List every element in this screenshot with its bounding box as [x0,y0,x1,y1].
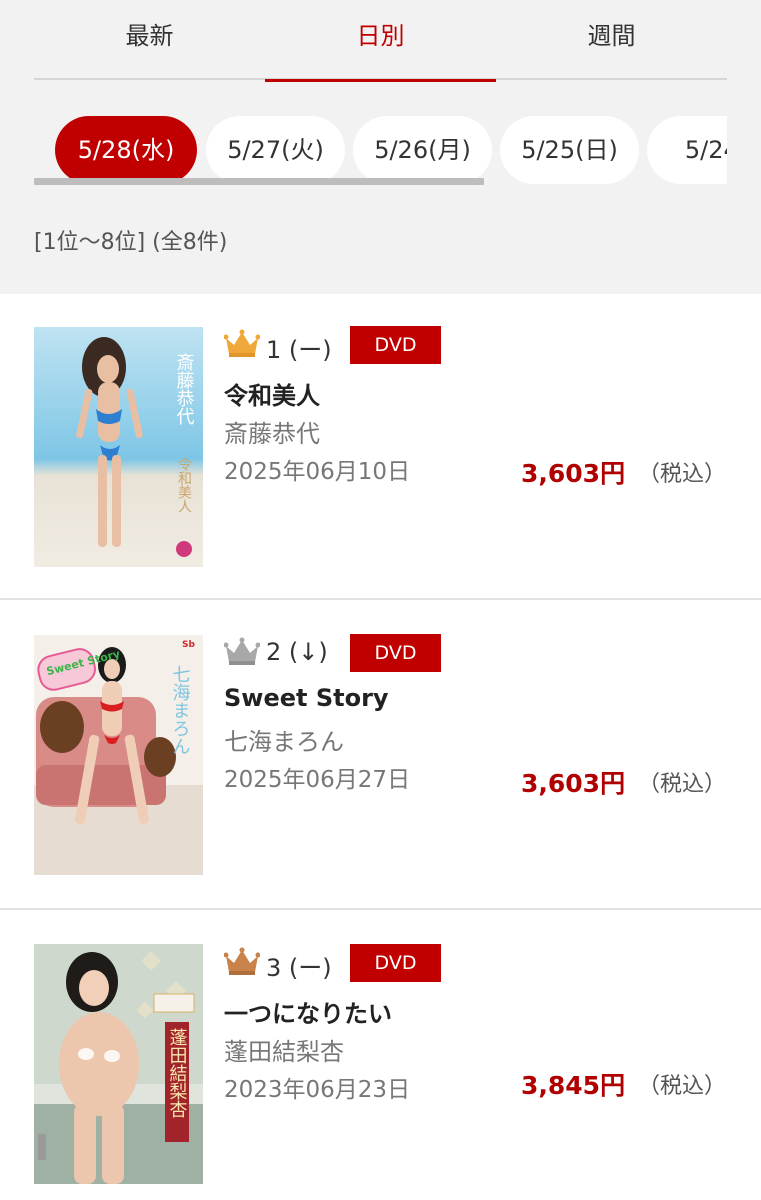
date-pill-0527[interactable]: 5/27(火) [206,116,345,184]
product-price: 3,845円 [521,1071,626,1100]
silver-crown-icon [224,637,260,665]
list-item[interactable]: 斎藤恭代 令和美人 1 (ー) DVD 令和美人 斎藤恭代 2025年06月10… [0,294,761,600]
ranking-list: 斎藤恭代 令和美人 1 (ー) DVD 令和美人 斎藤恭代 2025年06月10… [0,294,761,1200]
release-date: 2025年06月27日 [224,767,411,793]
date-pill-0528[interactable]: 5/28(水) [55,116,197,184]
product-title[interactable]: Sweet Story [224,684,389,712]
release-date: 2025年06月10日 [224,459,411,485]
date-pill-0526[interactable]: 5/26(月) [353,116,492,184]
rank-text: 1 (ー) [266,336,332,364]
product-cover-image[interactable]: Sweet Story 七海まろん Sb [34,635,203,875]
date-pill-0524[interactable]: 5/24( [647,116,727,184]
product-cover-image[interactable]: 斎藤恭代 令和美人 [34,327,203,567]
tab-daily[interactable]: 日別 [265,0,496,82]
tax-label: （税込） [638,1074,727,1099]
product-price: 3,603円 [521,459,626,488]
date-scrollbar[interactable] [34,178,484,185]
rank-text: 3 (ー) [266,954,332,982]
product-title[interactable]: 令和美人 [224,376,320,411]
tax-label: （税込） [638,462,727,487]
cover-vertical-subtitle: 令和美人 [176,457,192,513]
tab-latest[interactable]: 最新 [34,0,265,80]
cover-vertical-title: 斎藤恭代 [174,353,195,425]
period-tabs: 最新 日別 週間 [34,0,727,82]
format-badge: DVD [350,634,441,672]
list-item[interactable]: Sweet Story 七海まろん Sb 2 (↓) DVD Sweet Sto… [0,602,761,910]
product-title[interactable]: 一つになりたい [224,994,392,1029]
list-item[interactable]: 蓬田結梨杏 3 (ー) DVD 一つになりたい 蓬田結梨杏 2023年06月23… [0,912,761,1200]
tab-weekly[interactable]: 週間 [496,0,727,80]
product-artist[interactable]: 七海まろん [224,722,344,757]
date-pill-0525[interactable]: 5/25(日) [500,116,639,184]
product-cover-image[interactable]: 蓬田結梨杏 [34,944,203,1184]
product-price: 3,603円 [521,769,626,798]
bronze-crown-icon [224,947,260,975]
format-badge: DVD [350,326,441,364]
product-artist[interactable]: 蓬田結梨杏 [224,1032,344,1067]
rank-text: 2 (↓) [266,638,328,666]
ranking-header: 最新 日別 週間 5/28(水) 5/27(火) 5/26(月) 5/25(日)… [0,0,761,294]
format-badge: DVD [350,944,441,982]
cover-vertical-title: 七海まろん [170,665,191,755]
svg-text:Sb: Sb [182,640,195,650]
result-count: [1位～8位] (全8件) [34,230,228,255]
cover-vertical-title: 蓬田結梨杏 [167,1028,188,1118]
release-date: 2023年06月23日 [224,1077,411,1103]
product-artist[interactable]: 斎藤恭代 [224,414,320,449]
tax-label: （税込） [638,772,727,797]
gold-crown-icon [224,329,260,357]
